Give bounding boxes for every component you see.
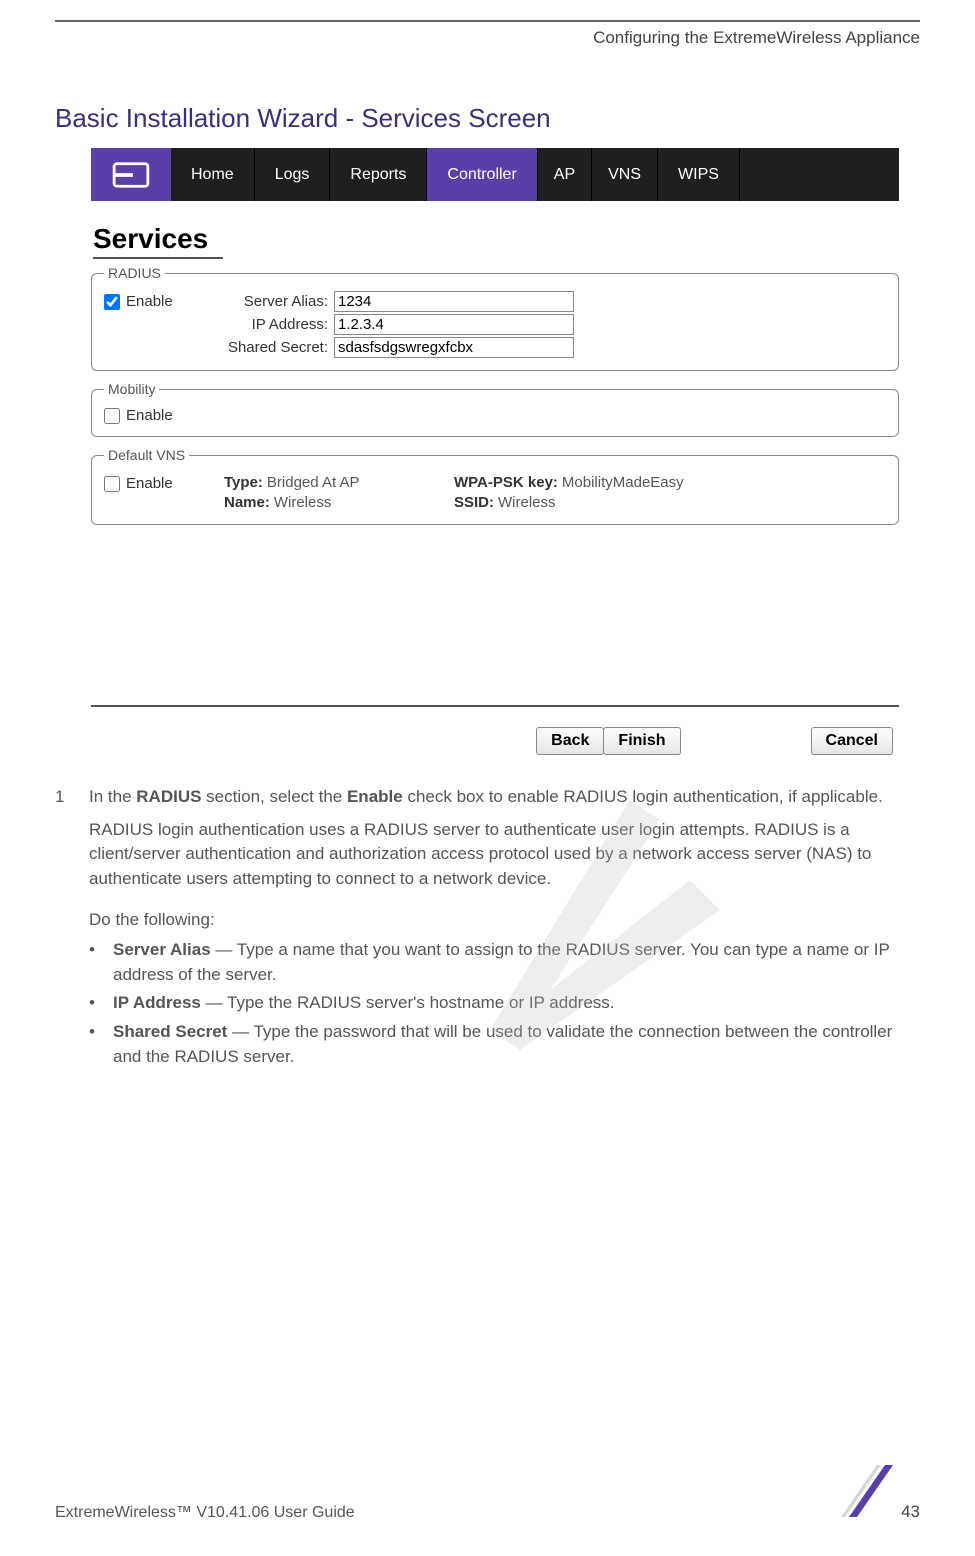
step1-enable-bold: Enable (347, 787, 403, 806)
page-number: 43 (901, 1502, 920, 1522)
vns-wpa-label: WPA-PSK key: (454, 474, 558, 491)
shared-secret-bold: Shared Secret (113, 1022, 227, 1041)
mobility-enable-label: Enable (126, 407, 173, 424)
page-footer: ExtremeWireless™ V10.41.06 User Guide 43 (55, 1465, 920, 1522)
radius-fieldset: RADIUS Enable Server Alias: IP Address: … (91, 265, 899, 371)
instruction-text: 1 In the RADIUS section, select the Enab… (55, 785, 920, 1073)
server-alias-bold: Server Alias (113, 940, 211, 959)
extreme-logo-icon (112, 160, 150, 190)
mobility-enable-checkbox[interactable] (104, 408, 120, 424)
default-vns-legend: Default VNS (104, 447, 189, 463)
mobility-fieldset: Mobility Enable (91, 381, 899, 437)
tab-home[interactable]: Home (171, 148, 255, 201)
vns-ssid-label: SSID: (454, 494, 494, 511)
server-alias-rest: — Type a name that you want to assign to… (113, 940, 890, 984)
nav-tabs: Home Logs Reports Controller AP VNS WIPS (91, 148, 899, 201)
do-following: Do the following: (89, 908, 920, 933)
radius-legend: RADIUS (104, 265, 165, 281)
tab-vns[interactable]: VNS (592, 148, 658, 201)
ip-address-bold: IP Address (113, 993, 201, 1012)
shared-secret-rest: — Type the password that will be used to… (113, 1022, 892, 1066)
logo-cell[interactable] (91, 148, 171, 201)
tab-controller[interactable]: Controller (427, 148, 537, 201)
vns-wpa-value: MobilityMadeEasy (562, 474, 684, 491)
default-vns-fieldset: Default VNS Enable Type:Bridged At AP WP… (91, 447, 899, 525)
vns-type-value: Bridged At AP (267, 474, 360, 491)
cancel-button[interactable]: Cancel (811, 727, 893, 755)
vns-enable-checkbox[interactable] (104, 476, 120, 492)
mobility-legend: Mobility (104, 381, 159, 397)
vns-ssid-value: Wireless (498, 494, 556, 511)
wizard-screenshot: Home Logs Reports Controller AP VNS WIPS… (91, 148, 899, 755)
ip-address-rest: — Type the RADIUS server's hostname or I… (201, 993, 615, 1012)
footer-guide-title: ExtremeWireless™ V10.41.06 User Guide (55, 1504, 355, 1522)
services-heading: Services (93, 223, 223, 259)
tab-ap[interactable]: AP (538, 148, 592, 201)
radius-enable-label: Enable (126, 293, 173, 310)
tab-logs[interactable]: Logs (255, 148, 331, 201)
step1-text-c: section, select the (201, 787, 347, 806)
bullet-server-alias: • Server Alias — Type a name that you wa… (89, 938, 920, 987)
ip-address-label: IP Address: (214, 316, 334, 333)
tab-reports[interactable]: Reports (330, 148, 427, 201)
finish-button[interactable]: Finish (603, 727, 680, 755)
shared-secret-label: Shared Secret: (214, 339, 334, 356)
step-number-1: 1 (55, 785, 89, 1073)
radius-enable-checkbox[interactable] (104, 294, 120, 310)
vns-name-value: Wireless (274, 494, 332, 511)
step1-paragraph: RADIUS login authentication uses a RADIU… (89, 818, 920, 892)
wizard-footer: Back Finish Cancel (91, 705, 899, 755)
back-button[interactable]: Back (536, 727, 604, 755)
section-title: Basic Installation Wizard - Services Scr… (55, 103, 920, 134)
step1-text-e: check box to enable RADIUS login authent… (403, 787, 883, 806)
vns-name-label: Name: (224, 494, 270, 511)
step1-text-a: In the (89, 787, 136, 806)
tab-wips[interactable]: WIPS (658, 148, 740, 201)
bullet-shared-secret: • Shared Secret — Type the password that… (89, 1020, 920, 1069)
ip-address-input[interactable] (334, 314, 574, 335)
server-alias-input[interactable] (334, 291, 574, 312)
footer-slash-icon (841, 1465, 893, 1522)
server-alias-label: Server Alias: (214, 293, 334, 310)
bullet-ip-address: • IP Address — Type the RADIUS server's … (89, 991, 920, 1016)
step1-radius-bold: RADIUS (136, 787, 201, 806)
vns-type-label: Type: (224, 474, 263, 491)
header-rule (55, 20, 920, 22)
shared-secret-input[interactable] (334, 337, 574, 358)
vns-enable-label: Enable (126, 475, 173, 492)
chapter-title: Configuring the ExtremeWireless Applianc… (55, 28, 920, 48)
